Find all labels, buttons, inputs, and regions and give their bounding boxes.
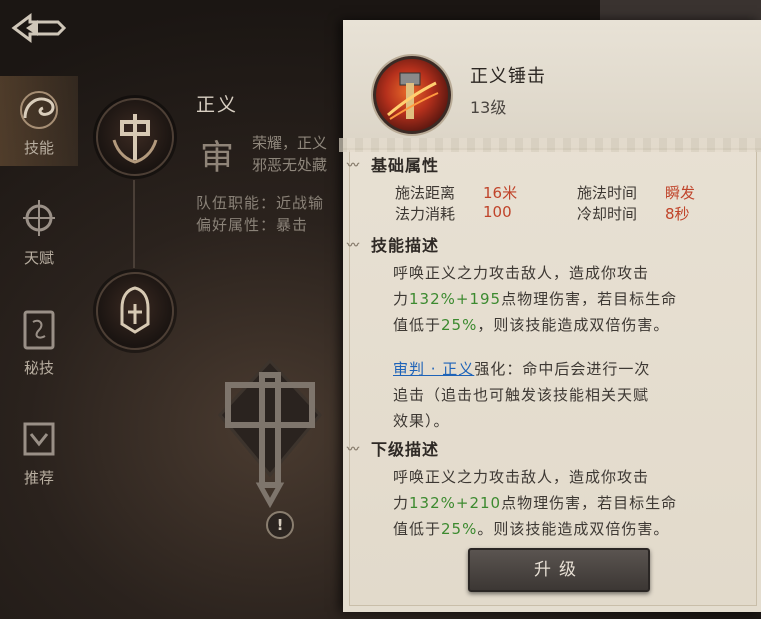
next-level-description: 呼唤正义之力攻击敌人，造成你攻击 力132%+210点物理伤害，若目标生命 值低… bbox=[393, 464, 733, 542]
enhance-line-2: 追击（追击也可触发该技能相关天赋 bbox=[393, 386, 650, 404]
section-title-text: 技能描述 bbox=[371, 236, 440, 255]
hero-desc-line1: 荣耀，正义 bbox=[252, 134, 328, 152]
desc-text: 值低于 bbox=[393, 316, 442, 334]
sidebar-item-label: 天赋 bbox=[23, 249, 54, 267]
desc-line-3: 值低于25%，则该技能造成双倍伤害。 bbox=[393, 312, 733, 338]
desc-text: 值低于 bbox=[393, 520, 442, 538]
desc-line-2: 力132%+195点物理伤害，若目标生命 bbox=[393, 286, 733, 312]
background-strip bbox=[600, 0, 761, 20]
fire-hammer-icon bbox=[387, 72, 439, 120]
ornament-icon: 〰 bbox=[347, 238, 361, 252]
desc-text: 点物理伤害，若目标生命 bbox=[501, 494, 678, 512]
next-line-1: 呼唤正义之力攻击敌人，造成你攻击 bbox=[393, 468, 650, 486]
range-label: 施法距离 bbox=[395, 184, 456, 202]
sidebar-item-recommend[interactable]: 推荐 bbox=[0, 406, 78, 496]
mana-cost-value: 100 bbox=[483, 203, 512, 221]
secret-art-icon bbox=[23, 310, 55, 350]
next-line-3: 值低于25%。则该技能造成双倍伤害。 bbox=[393, 516, 733, 542]
large-hammer-icon bbox=[218, 358, 322, 509]
paper-torn-edge bbox=[339, 138, 761, 152]
knight-shield-icon bbox=[120, 286, 150, 334]
skill-tree-connector bbox=[133, 180, 135, 268]
back-button[interactable] bbox=[8, 10, 68, 46]
sidebar-item-skill[interactable]: 技能 bbox=[0, 76, 78, 166]
ornament-icon: 〰 bbox=[347, 158, 361, 172]
hero-name: 正义 bbox=[196, 94, 239, 116]
hero-desc-line2: 邪恶无处藏 bbox=[252, 156, 328, 174]
skill-hammer-icon bbox=[373, 56, 451, 134]
desc-text: 。则该技能造成双倍伤害。 bbox=[477, 520, 670, 538]
sidebar-item-label: 秘技 bbox=[23, 359, 54, 377]
hammer-emblem bbox=[210, 355, 330, 519]
cast-time-label: 施法时间 bbox=[577, 184, 638, 202]
mana-cost-label: 法力消耗 bbox=[395, 205, 456, 223]
cooldown-label: 冷却时间 bbox=[577, 205, 638, 223]
upgrade-button[interactable]: 升级 bbox=[468, 548, 650, 592]
skill-tree-node-shield[interactable] bbox=[96, 272, 174, 350]
skill-detail-popup: 正义锤击 13级 〰 基础属性 施法距离 16米 施法时间 瞬发 法力消耗 10… bbox=[339, 20, 761, 612]
sidebar-item-secret[interactable]: 秘技 bbox=[0, 296, 78, 386]
enhance-line-1: 审判 · 正义强化：命中后会进行一次 bbox=[393, 356, 733, 382]
desc-text: ，则该技能造成双倍伤害。 bbox=[477, 316, 670, 334]
section-next-level: 〰 下级描述 bbox=[347, 436, 440, 460]
next-line-2: 力132%+210点物理伤害，若目标生命 bbox=[393, 490, 733, 516]
hero-title-char: 审 bbox=[200, 138, 234, 178]
hammer-crest-icon bbox=[112, 114, 158, 164]
section-title-text: 基础属性 bbox=[371, 156, 440, 175]
threshold-value: 25% bbox=[441, 520, 478, 538]
desc-line-1: 呼唤正义之力攻击敌人，造成你攻击 bbox=[393, 264, 650, 282]
hero-role: 队伍职能：近战输 bbox=[196, 194, 325, 212]
hero-preference: 偏好属性：暴击 bbox=[196, 216, 309, 234]
section-title-text: 下级描述 bbox=[371, 440, 440, 459]
enhance-line-3: 效果）。 bbox=[393, 412, 450, 430]
sidebar-item-talent[interactable]: 天赋 bbox=[0, 186, 78, 276]
threshold-value: 25% bbox=[441, 316, 478, 334]
enhance-description: 审判 · 正义强化：命中后会进行一次 追击（追击也可触发该技能相关天赋 效果）。 bbox=[393, 356, 733, 434]
skill-icon bbox=[20, 91, 58, 129]
talent-link[interactable]: 审判 · 正义 bbox=[393, 360, 474, 378]
ornament-icon: 〰 bbox=[347, 442, 361, 456]
skill-description: 呼唤正义之力攻击敌人，造成你攻击 力132%+195点物理伤害，若目标生命 值低… bbox=[393, 260, 733, 338]
sidebar-item-label: 技能 bbox=[23, 139, 54, 157]
range-value: 16米 bbox=[483, 184, 518, 202]
desc-text: 点物理伤害，若目标生命 bbox=[501, 290, 678, 308]
enhance-text: 强化：命中后会进行一次 bbox=[474, 360, 651, 378]
damage-formula: 132%+210 bbox=[409, 494, 502, 512]
sidebar: 技能 天赋 秘技 推荐 bbox=[0, 76, 78, 496]
cast-time-value: 瞬发 bbox=[665, 184, 696, 202]
skill-level: 13级 bbox=[470, 98, 507, 117]
section-skill-desc: 〰 技能描述 bbox=[347, 232, 440, 256]
recommend-icon bbox=[23, 422, 55, 456]
skill-name: 正义锤击 bbox=[470, 66, 546, 87]
talent-icon bbox=[23, 200, 55, 236]
back-arrow-icon bbox=[11, 13, 67, 43]
damage-formula: 132%+195 bbox=[409, 290, 502, 308]
alert-badge[interactable]: ! bbox=[266, 511, 294, 539]
cooldown-value: 8秒 bbox=[665, 205, 690, 223]
skill-tree-node-hammer[interactable] bbox=[96, 98, 174, 176]
sidebar-item-label: 推荐 bbox=[23, 469, 54, 487]
section-basic-attrs: 〰 基础属性 bbox=[347, 152, 440, 176]
desc-text: 力 bbox=[393, 494, 410, 512]
desc-text: 力 bbox=[393, 290, 410, 308]
